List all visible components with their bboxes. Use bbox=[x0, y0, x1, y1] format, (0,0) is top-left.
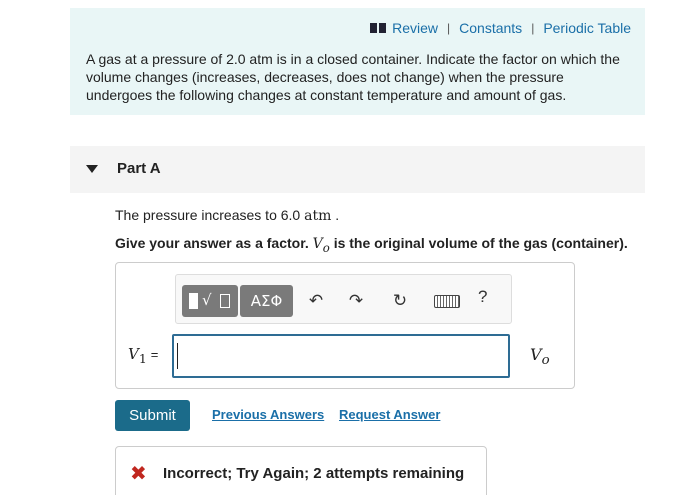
answer-unit-label: Vo bbox=[530, 345, 550, 368]
templates-button[interactable]: √ bbox=[182, 285, 238, 317]
radical-icon: √ bbox=[202, 291, 212, 309]
part-title: Part A bbox=[117, 160, 161, 177]
feedback-box: ✖ Incorrect; Try Again; 2 attempts remai… bbox=[115, 446, 487, 495]
review-link[interactable]: Review bbox=[392, 20, 438, 36]
intro-panel: Review | Constants | Periodic Table A ga… bbox=[70, 8, 645, 115]
question-text-before: The pressure increases to 6.0 bbox=[115, 207, 305, 223]
unit-symbol: V bbox=[530, 345, 542, 364]
request-answer-link[interactable]: Request Answer bbox=[339, 407, 440, 422]
question-text-after: . bbox=[331, 207, 340, 223]
submit-button[interactable]: Submit bbox=[115, 400, 190, 431]
part-a-header[interactable]: Part A bbox=[70, 146, 645, 193]
previous-answers-link[interactable]: Previous Answers bbox=[212, 407, 324, 422]
help-icon[interactable]: ? bbox=[478, 287, 487, 307]
template-square-icon bbox=[189, 293, 198, 309]
reset-icon[interactable]: ↻ bbox=[389, 289, 411, 313]
keyboard-icon[interactable] bbox=[434, 295, 460, 308]
instruction-after: is the original volume of the gas (conta… bbox=[329, 235, 628, 251]
math-toolbar: √ ΑΣΦ ↶ ↷ ↻ ? bbox=[175, 274, 512, 324]
unit-subscript: o bbox=[541, 353, 550, 369]
original-volume-symbol: Vo bbox=[312, 236, 330, 255]
periodic-table-link[interactable]: Periodic Table bbox=[543, 20, 631, 36]
text-caret bbox=[177, 343, 178, 369]
constants-link[interactable]: Constants bbox=[459, 20, 522, 36]
incorrect-x-icon: ✖ bbox=[130, 461, 147, 485]
lhs-symbol: V bbox=[128, 345, 139, 363]
feedback-text: Incorrect; Try Again; 2 attempts remaini… bbox=[163, 465, 465, 482]
link-separator: | bbox=[531, 21, 535, 35]
redo-icon[interactable]: ↷ bbox=[345, 289, 367, 313]
lhs-subscript: 1 bbox=[138, 351, 147, 366]
answer-input[interactable] bbox=[172, 334, 510, 378]
top-links: Review | Constants | Periodic Table bbox=[370, 20, 631, 36]
collapse-triangle-icon[interactable] bbox=[86, 165, 98, 173]
template-box-icon bbox=[220, 294, 230, 308]
pressure-unit: atm bbox=[304, 208, 332, 224]
var-symbol: V bbox=[312, 236, 323, 252]
greek-symbols-button[interactable]: ΑΣΦ bbox=[240, 285, 293, 317]
equals-sign: = bbox=[150, 347, 159, 362]
link-separator: | bbox=[447, 21, 451, 35]
answer-box: √ ΑΣΦ ↶ ↷ ↻ ? V1 = Vo bbox=[115, 262, 575, 389]
undo-icon[interactable]: ↶ bbox=[305, 289, 327, 313]
instruction-text: Give your answer as a factor. Vo is the … bbox=[115, 235, 628, 255]
instruction-before: Give your answer as a factor. bbox=[115, 235, 313, 251]
book-icon bbox=[370, 23, 387, 33]
question-text: The pressure increases to 6.0 atm . bbox=[115, 207, 339, 224]
problem-statement: A gas at a pressure of 2.0 atm is in a c… bbox=[86, 51, 620, 103]
var-subscript: o bbox=[322, 240, 330, 255]
answer-variable-label: V1 = bbox=[128, 345, 158, 366]
